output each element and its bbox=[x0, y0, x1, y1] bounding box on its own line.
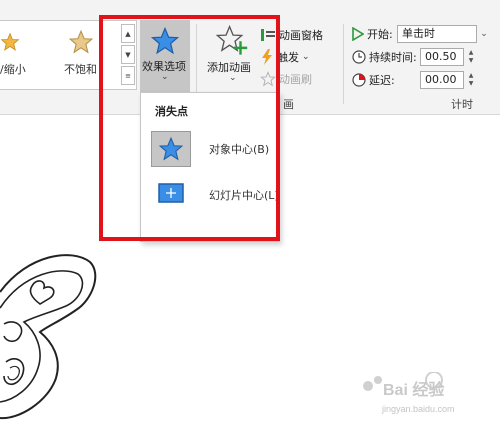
start-select[interactable]: 单击时 bbox=[397, 25, 477, 43]
ribbon-separator bbox=[343, 24, 344, 104]
delay-input[interactable]: 00.00 bbox=[420, 71, 464, 89]
desaturate-star-icon bbox=[68, 29, 94, 54]
timing-group-label: 计时 bbox=[451, 98, 473, 111]
duration-spinner[interactable]: ▲ ▼ bbox=[465, 48, 477, 66]
start-row: 开始: bbox=[352, 24, 393, 44]
chevron-down-icon: ⌄ bbox=[302, 52, 310, 62]
gallery-item-grow-shrink[interactable]: /缩小 bbox=[0, 21, 40, 89]
play-icon bbox=[352, 27, 364, 41]
watermark-url: jingyan.baidu.com bbox=[382, 404, 455, 414]
start-label: 开始: bbox=[367, 28, 393, 41]
watermark-text: Bai 经验 bbox=[383, 382, 445, 399]
butterfly-shape[interactable] bbox=[0, 250, 110, 425]
duration-row: 持续时间: bbox=[352, 47, 417, 67]
chevron-down-icon[interactable]: ⌄ bbox=[478, 25, 490, 43]
delay-label: 延迟: bbox=[369, 74, 395, 87]
delay-row: 延迟: bbox=[352, 70, 395, 90]
duration-label: 持续时间: bbox=[369, 51, 417, 64]
annotation-highlight-box bbox=[99, 15, 280, 241]
advanced-animation-group-label: 画 bbox=[283, 98, 294, 111]
gallery-item-label: 不饱和 bbox=[64, 63, 97, 76]
delay-clock-icon bbox=[352, 73, 366, 87]
trigger-label: 触发 bbox=[277, 51, 299, 64]
clock-icon bbox=[352, 50, 366, 64]
animation-pane-label: 动画窗格 bbox=[279, 29, 323, 42]
delay-spinner[interactable]: ▲ ▼ bbox=[465, 71, 477, 89]
duration-input[interactable]: 00.50 bbox=[420, 48, 464, 66]
gallery-item-label: /缩小 bbox=[0, 63, 26, 76]
grow-shrink-star-icon bbox=[0, 32, 20, 51]
animation-painter-label: 动画刷 bbox=[279, 73, 312, 86]
